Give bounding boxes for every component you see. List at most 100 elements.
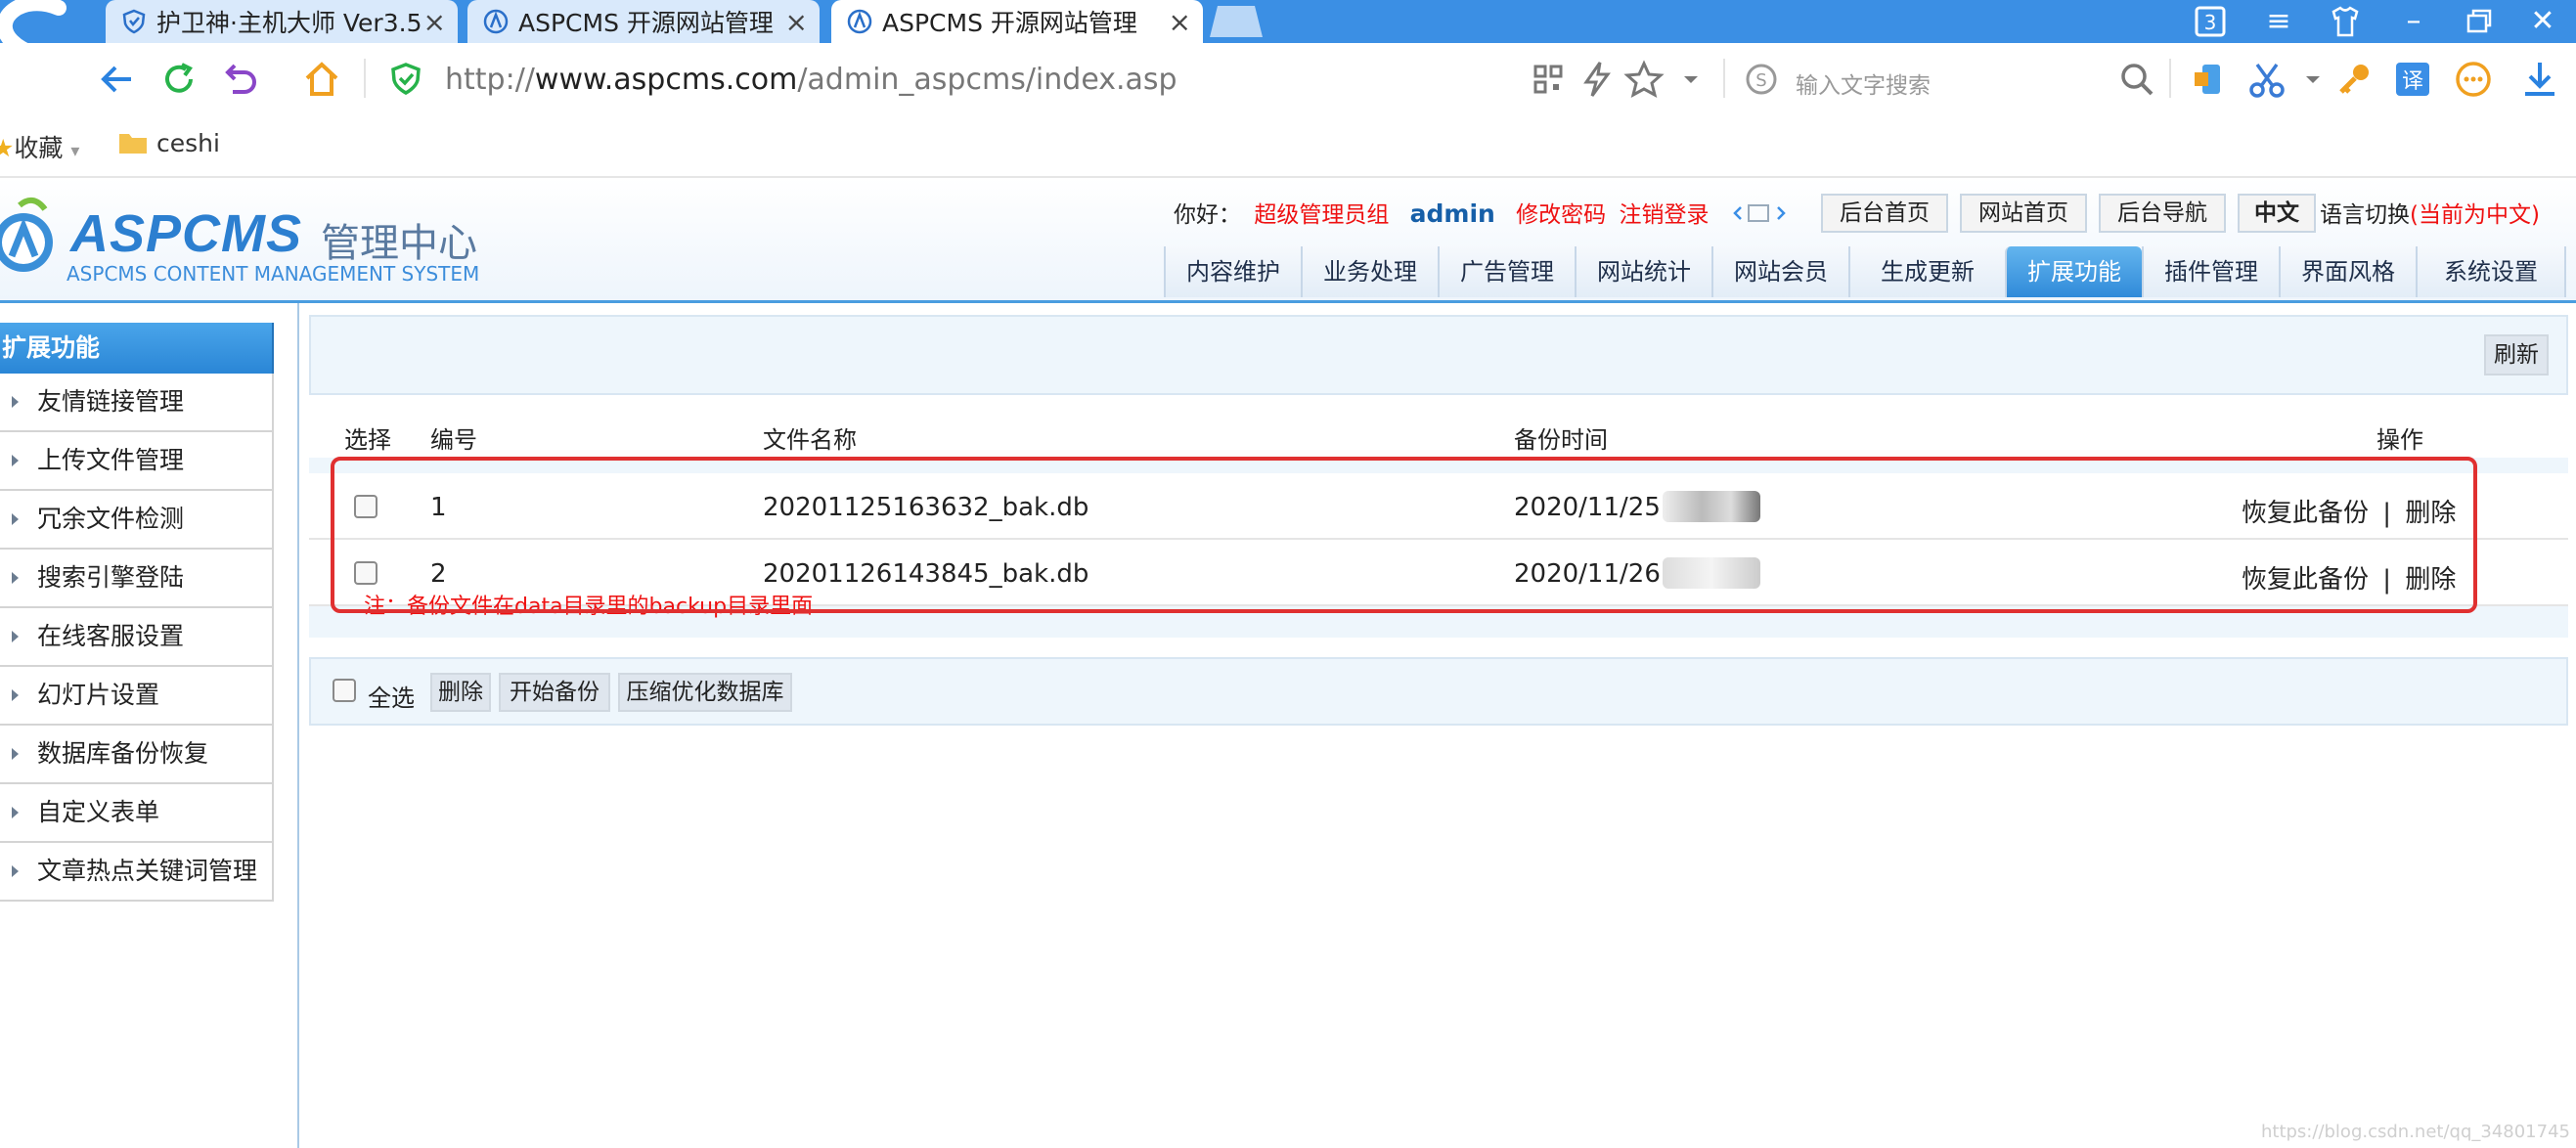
- sidebar-item-label: 数据库备份恢复: [37, 739, 209, 768]
- change-password-link[interactable]: 修改密码: [1516, 202, 1606, 228]
- minimize-icon[interactable]: –: [2394, 4, 2433, 39]
- sidebar-item-search-engine[interactable]: 搜索引擎登陆: [0, 550, 274, 608]
- url-domain: www.aspcms.com: [534, 63, 798, 97]
- sidebar-item-db-backup[interactable]: 数据库备份恢复: [0, 726, 274, 784]
- watermark: https://blog.csdn.net/qq_34801745: [2260, 1122, 2570, 1142]
- sidebar-item-slideshow[interactable]: 幻灯片设置: [0, 667, 274, 726]
- skin-icon[interactable]: [2326, 4, 2365, 39]
- tab-label: ASPCMS 开源网站管理: [882, 9, 1137, 37]
- brand-cn: 管理中心: [321, 221, 477, 266]
- sidebar-item-redundant[interactable]: 冗余文件检测: [0, 491, 274, 550]
- close-icon[interactable]: ×: [423, 6, 446, 38]
- refresh-button[interactable]: 刷新: [2484, 334, 2549, 375]
- chevron-down-icon[interactable]: [2292, 59, 2333, 100]
- user-info: 你好： 超级管理员组 admin 修改密码 注销登录: [1174, 196, 1709, 229]
- close-icon[interactable]: ×: [1169, 6, 1191, 38]
- bookmarks-bar: ★收藏 ▾ ceshi: [0, 113, 2576, 178]
- compact-db-button[interactable]: 压缩优化数据库: [618, 673, 792, 712]
- close-icon[interactable]: ×: [785, 6, 808, 38]
- bookmark-ceshi[interactable]: ceshi: [117, 129, 220, 157]
- close-window-icon[interactable]: ✕: [2523, 4, 2562, 39]
- sidebar-item-label: 友情链接管理: [37, 387, 185, 416]
- star-icon[interactable]: [1623, 59, 1665, 100]
- logout-link[interactable]: 注销登录: [1619, 202, 1709, 228]
- caret-right-icon: [12, 572, 19, 584]
- url-path: /admin_aspcms/index.asp: [797, 63, 1177, 97]
- tab-count-icon[interactable]: 3: [2191, 4, 2230, 39]
- brand-subtitle: ASPCMS CONTENT MANAGEMENT SYSTEM: [67, 262, 480, 286]
- sidebar-item-uploads[interactable]: 上传文件管理: [0, 432, 274, 491]
- admin-home-button[interactable]: 后台首页: [1821, 194, 1948, 233]
- select-all-checkbox[interactable]: [333, 679, 356, 702]
- more-icon[interactable]: [2453, 59, 2494, 100]
- row-ops: 恢复此备份 | 删除: [2242, 493, 2456, 529]
- tab-members[interactable]: 网站会员: [1711, 246, 1848, 297]
- tab-stats[interactable]: 网站统计: [1575, 246, 1711, 297]
- undo-icon[interactable]: [219, 59, 260, 100]
- divider: [1723, 59, 1725, 98]
- sidebar-item-links[interactable]: 友情链接管理: [0, 374, 274, 432]
- restore-backup-link[interactable]: 恢复此备份: [2242, 499, 2369, 528]
- home-icon[interactable]: [301, 59, 342, 100]
- sidebar-item-online-service[interactable]: 在线客服设置: [0, 608, 274, 667]
- row-time: 2020/11/25: [1514, 493, 1661, 522]
- chinese-button[interactable]: 中文: [2238, 194, 2316, 233]
- address-bar[interactable]: http://www.aspcms.com/admin_aspcms/index…: [445, 63, 1177, 97]
- bookmark-favorites[interactable]: ★收藏 ▾: [0, 129, 79, 164]
- shield-icon: [122, 9, 146, 34]
- restore-icon[interactable]: [2459, 4, 2498, 39]
- row-checkbox[interactable]: [354, 561, 378, 585]
- key-icon[interactable]: [2333, 59, 2375, 100]
- tab-settings[interactable]: 系统设置: [2416, 246, 2566, 297]
- select-all-label[interactable]: 全选: [368, 679, 415, 713]
- ops-separator: |: [2382, 499, 2392, 528]
- sidebar-item-keywords[interactable]: 文章热点关键词管理: [0, 843, 274, 902]
- tab-huweishen[interactable]: 护卫神·主机大师 Ver3.5 ×: [106, 0, 458, 43]
- qr-code-icon[interactable]: [1528, 59, 1569, 100]
- sidebar-item-label: 冗余文件检测: [37, 505, 185, 533]
- delete-link[interactable]: 删除: [2405, 499, 2456, 528]
- tab-plugins[interactable]: 插件管理: [2142, 246, 2279, 297]
- admin-nav-button[interactable]: 后台导航: [2099, 194, 2226, 233]
- tab-generate[interactable]: 生成更新: [1848, 246, 2005, 297]
- aspcms-logo-icon: [0, 197, 53, 272]
- chevron-down-icon[interactable]: [1670, 59, 1711, 100]
- sidebar: 扩展功能 友情链接管理 上传文件管理 冗余文件检测 搜索引擎登陆 在线客服设置 …: [0, 303, 299, 1148]
- start-backup-button[interactable]: 开始备份: [499, 673, 610, 712]
- tab-aspcms-active[interactable]: ASPCMS 开源网站管理 ×: [831, 0, 1203, 43]
- tab-ads[interactable]: 广告管理: [1438, 246, 1575, 297]
- delete-link[interactable]: 删除: [2405, 565, 2456, 595]
- search-input[interactable]: 输入文字搜索: [1796, 66, 1931, 100]
- aspcms-admin-page: ASPCMS 管理中心 ASPCMS CONTENT MANAGEMENT SY…: [0, 178, 2576, 1148]
- download-icon[interactable]: [2519, 59, 2560, 100]
- col-select: 选择: [344, 426, 391, 454]
- row-checkbox[interactable]: [354, 495, 378, 518]
- tab-theme[interactable]: 界面风格: [2279, 246, 2416, 297]
- new-tab-icon[interactable]: [1206, 2, 1266, 41]
- search-icon[interactable]: [2116, 59, 2157, 100]
- search-engine-icon[interactable]: S: [1741, 59, 1782, 100]
- svg-text:S: S: [1755, 70, 1766, 91]
- back-icon[interactable]: [96, 59, 137, 100]
- ext-phone-icon[interactable]: [2189, 59, 2230, 100]
- translate-icon[interactable]: 译: [2392, 59, 2433, 100]
- lightning-icon[interactable]: [1577, 59, 1618, 100]
- sidebar-title: 扩展功能: [0, 323, 274, 374]
- refresh-icon[interactable]: [158, 59, 200, 100]
- secure-shield-icon[interactable]: [385, 59, 426, 100]
- delete-button[interactable]: 删除: [430, 673, 491, 712]
- language-switch[interactable]: 语言切换(当前为中文): [2320, 196, 2540, 229]
- tab-content[interactable]: 内容维护: [1164, 246, 1301, 297]
- sidebar-item-custom-form[interactable]: 自定义表单: [0, 784, 274, 843]
- row-filename: 20201125163632_bak.db: [763, 493, 1089, 522]
- menu-icon[interactable]: ≡: [2259, 4, 2298, 39]
- username: admin: [1409, 199, 1495, 228]
- chevron-down-icon: ▾: [70, 141, 80, 161]
- tab-extensions[interactable]: 扩展功能: [2005, 246, 2142, 297]
- scroll-arrows-icon[interactable]: [1731, 201, 1790, 225]
- tab-business[interactable]: 业务处理: [1301, 246, 1438, 297]
- restore-backup-link[interactable]: 恢复此备份: [2242, 565, 2369, 595]
- scissors-icon[interactable]: [2247, 59, 2288, 100]
- site-home-button[interactable]: 网站首页: [1960, 194, 2087, 233]
- tab-aspcms-1[interactable]: ASPCMS 开源网站管理 ×: [467, 0, 820, 43]
